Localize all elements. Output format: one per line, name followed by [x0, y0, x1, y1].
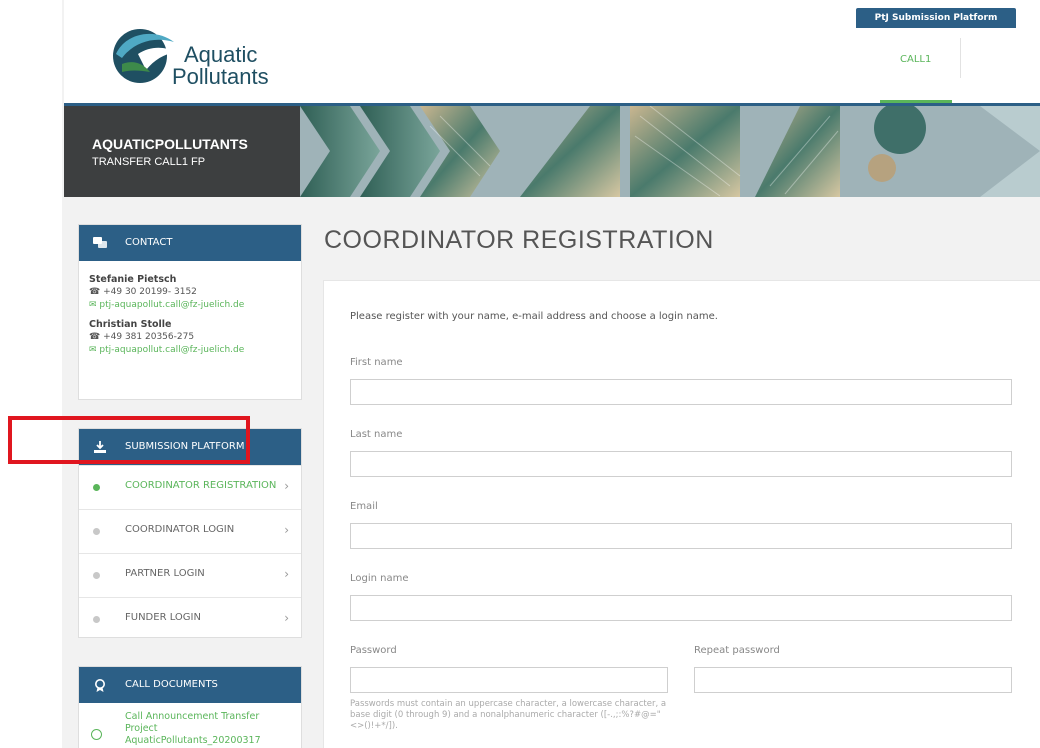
logo-text[interactable]: Aquatic Pollutants: [172, 44, 269, 88]
sidebar-item-coordinator-registration[interactable]: COORDINATOR REGISTRATION ›: [79, 465, 301, 509]
login-name-input[interactable]: [350, 595, 1012, 621]
contact-email[interactable]: ✉ ptj-aquapollut.call@fz-juelich.de: [89, 344, 291, 357]
document-link[interactable]: Call Announcement Transfer Project Aquat…: [79, 703, 301, 747]
repeat-password-label: Repeat password: [694, 645, 780, 656]
sidebar-item-funder-login[interactable]: FUNDER LOGIN ›: [79, 597, 301, 641]
contact-name: Christian Stolle: [89, 319, 172, 330]
nav-item-call1[interactable]: CALL1: [900, 54, 931, 65]
registration-form: Please register with your name, e-mail a…: [323, 280, 1040, 748]
contact-phone[interactable]: ☎ +49 381 20356-275: [89, 331, 291, 344]
contact-list: Stefanie Pietsch ☎ +49 30 20199- 3152 ✉ …: [79, 261, 301, 365]
first-name-label: First name: [350, 357, 403, 368]
email-input[interactable]: [350, 523, 1012, 549]
banner-artwork: [300, 106, 1040, 197]
bullet-icon: [93, 616, 100, 623]
phone-icon: ☎: [89, 287, 101, 297]
page-title: COORDINATOR REGISTRATION: [324, 226, 714, 254]
page: Aquatic Pollutants PtJ Submission Platfo…: [62, 0, 1040, 748]
banner-title: AQUATICPOLLUTANTS: [92, 136, 248, 152]
form-intro: Please register with your name, e-mail a…: [350, 311, 718, 322]
document-bullet-icon: [91, 729, 102, 740]
chevron-right-icon: ›: [284, 479, 289, 493]
contact-phone[interactable]: ☎ +49 30 20199- 3152: [89, 286, 291, 299]
sidebar-item-partner-login[interactable]: PARTNER LOGIN ›: [79, 553, 301, 597]
contact-person: Stefanie Pietsch ☎ +49 30 20199- 3152 ✉ …: [89, 273, 291, 312]
password-input[interactable]: [350, 667, 668, 693]
phone-icon: ☎: [89, 332, 101, 342]
highlight-annotation: [8, 416, 250, 464]
site-header: Aquatic Pollutants PtJ Submission Platfo…: [64, 0, 1040, 103]
document-link-text: Call Announcement Transfer Project Aquat…: [125, 711, 261, 746]
password-hint: Passwords must contain an uppercase char…: [350, 699, 667, 731]
banner-title-block: AQUATICPOLLUTANTS TRANSFER CALL1 FP: [64, 106, 300, 197]
contact-panel: CONTACT Stefanie Pietsch ☎ +49 30 20199-…: [78, 224, 302, 400]
contact-name: Stefanie Pietsch: [89, 274, 177, 285]
certificate-icon: [91, 667, 109, 703]
contact-email-text: ptj-aquapollut.call@fz-juelich.de: [99, 345, 245, 355]
sidebar-item-label: COORDINATOR LOGIN: [125, 524, 235, 535]
platform-tab[interactable]: PtJ Submission Platform: [856, 8, 1016, 28]
logo-line-2: Pollutants: [172, 64, 269, 89]
chevron-right-icon: ›: [284, 523, 289, 537]
sidebar-item-label: COORDINATOR REGISTRATION: [125, 480, 277, 491]
last-name-input[interactable]: [350, 451, 1012, 477]
documents-header: CALL DOCUMENTS: [79, 667, 301, 703]
sidebar-item-label: PARTNER LOGIN: [125, 568, 205, 579]
active-bullet-icon: [93, 484, 100, 491]
chevron-right-icon: ›: [284, 611, 289, 625]
banner-subtitle: TRANSFER CALL1 FP: [92, 156, 206, 168]
login-name-label: Login name: [350, 573, 409, 584]
contact-person: Christian Stolle ☎ +49 381 20356-275 ✉ p…: [89, 318, 291, 357]
repeat-password-input[interactable]: [694, 667, 1012, 693]
contact-phone-text: +49 30 20199- 3152: [103, 287, 197, 297]
contact-heading: CONTACT: [125, 237, 173, 248]
email-label: Email: [350, 501, 378, 512]
bullet-icon: [93, 528, 100, 535]
contact-phone-text: +49 381 20356-275: [103, 332, 195, 342]
contact-email-text: ptj-aquapollut.call@fz-juelich.de: [99, 300, 245, 310]
chat-icon: [91, 225, 109, 261]
bullet-icon: [93, 572, 100, 579]
first-name-input[interactable]: [350, 379, 1012, 405]
sidebar-item-coordinator-login[interactable]: COORDINATOR LOGIN ›: [79, 509, 301, 553]
documents-heading: CALL DOCUMENTS: [125, 679, 218, 690]
password-label: Password: [350, 645, 397, 656]
last-name-label: Last name: [350, 429, 403, 440]
nav-separator: [960, 38, 961, 78]
envelope-icon: ✉: [89, 345, 97, 355]
sidebar-item-label: FUNDER LOGIN: [125, 612, 201, 623]
aquatic-pollutants-logo-icon[interactable]: [108, 24, 180, 84]
contact-header: CONTACT: [79, 225, 301, 261]
envelope-icon: ✉: [89, 300, 97, 310]
documents-panel: CALL DOCUMENTS Call Announcement Transfe…: [78, 666, 302, 748]
chevron-right-icon: ›: [284, 567, 289, 581]
page-banner: AQUATICPOLLUTANTS TRANSFER CALL1 FP: [64, 103, 1040, 197]
contact-email[interactable]: ✉ ptj-aquapollut.call@fz-juelich.de: [89, 299, 291, 312]
